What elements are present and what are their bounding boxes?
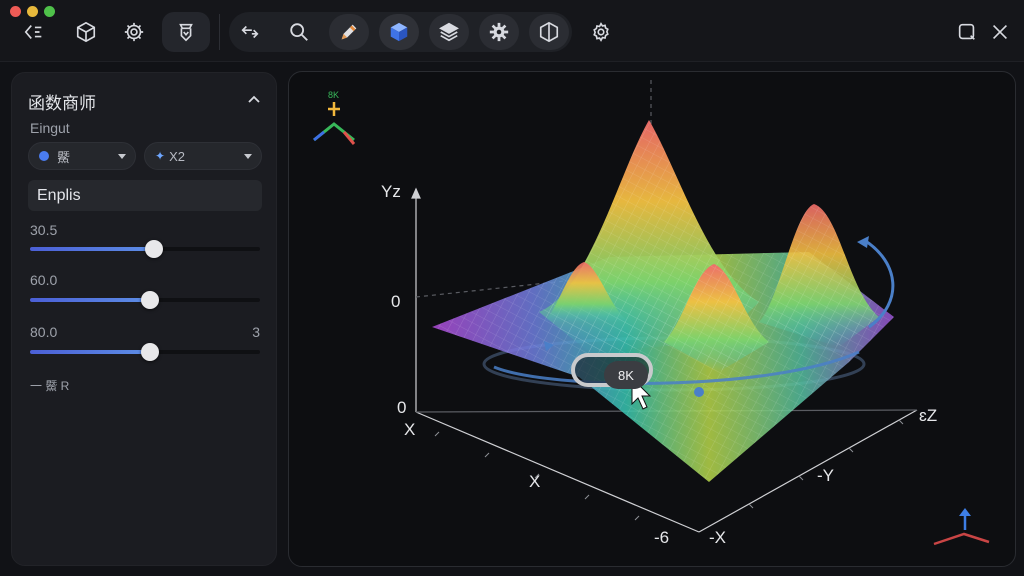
color-dot-icon: [39, 151, 49, 161]
orbit-arrow-icon: [857, 236, 869, 248]
expression-input[interactable]: Enplis: [28, 180, 262, 211]
3d-viewport[interactable]: Yz 0 0 X X -6 -X -Y ɛZ 8K 8K: [288, 71, 1016, 567]
z-axis-label: Yz: [381, 182, 401, 201]
slider-3-label: 80.0: [30, 324, 58, 340]
transform-icon: [179, 23, 193, 42]
back-button[interactable]: [16, 14, 52, 50]
layers-button[interactable]: [431, 14, 467, 50]
settings-button[interactable]: [583, 14, 619, 50]
close-icon: [992, 24, 1008, 40]
gear-icon: [124, 22, 144, 42]
axis-gizmo-bottom: [933, 508, 990, 546]
surface-plot[interactable]: [289, 72, 1016, 567]
variable-icon: ✦: [155, 149, 166, 163]
resolution-badge[interactable]: 8K: [604, 361, 648, 389]
slider-3-thumb[interactable]: [141, 343, 159, 361]
function-select[interactable]: 鱀: [28, 142, 136, 170]
slider-2-label: 60.0: [30, 272, 58, 288]
chevron-up-icon[interactable]: [246, 91, 262, 107]
x-axis-origin-label: X: [404, 420, 416, 439]
maximize-icon: [958, 23, 975, 40]
layers-icon: [439, 22, 459, 42]
pencil-icon: [341, 24, 357, 40]
origin-label: 0: [397, 398, 407, 417]
transform-button[interactable]: [168, 14, 204, 50]
solid-cube-button[interactable]: [381, 14, 417, 50]
slider-3-fill: [30, 350, 150, 354]
caret-down-icon: [118, 154, 126, 159]
toolbar: [0, 0, 1024, 62]
settings-icon: [593, 22, 609, 42]
hexagon-button[interactable]: [531, 14, 567, 50]
swap-arrows-icon: [241, 25, 259, 39]
slider-2-thumb[interactable]: [141, 291, 159, 309]
cog-button[interactable]: [481, 14, 517, 50]
slider-1-thumb[interactable]: [145, 240, 163, 258]
z-right-label: ɛZ: [919, 406, 938, 425]
neg-x-label: -X: [709, 528, 726, 547]
slider-2-fill: [30, 298, 150, 302]
cog-icon: [489, 22, 509, 42]
cube-icon: [76, 21, 96, 43]
function-panel: 函数商师 Eingut 鱀 ✦ X2 Enplis 30.5 60.0 80.0…: [11, 72, 277, 566]
input-section-label: Eingut: [30, 120, 70, 136]
function-select-value: 鱀: [57, 149, 71, 165]
variable-select-value: X2: [169, 148, 185, 164]
maximize-button[interactable]: [949, 14, 985, 50]
toolbar-divider: [219, 14, 220, 50]
variable-select[interactable]: ✦ X2: [144, 142, 262, 170]
hexagon-icon: [539, 21, 559, 43]
search-icon: [290, 23, 308, 41]
search-button[interactable]: [281, 14, 317, 50]
panel-title: 函数商师: [28, 94, 96, 113]
caret-down-icon: [244, 154, 252, 159]
slider-3[interactable]: [30, 343, 260, 361]
axis-gizmo-top: [313, 102, 356, 145]
x-axis-label: X: [529, 472, 541, 491]
slider-3-value: 3: [252, 324, 260, 340]
swap-button[interactable]: [232, 14, 268, 50]
slider-1-label: 30.5: [30, 222, 58, 238]
z-axis-arrow-icon: [411, 187, 421, 199]
z-tick-label: 0: [391, 292, 401, 311]
slider-1[interactable]: [30, 240, 260, 258]
solid-cube-icon: [390, 22, 408, 42]
footer-label: 一 鱀 R: [30, 379, 70, 393]
pencil-button[interactable]: [331, 14, 367, 50]
back-icon: [24, 25, 42, 39]
slider-2[interactable]: [30, 291, 260, 309]
cube-button[interactable]: [68, 14, 104, 50]
gear-button[interactable]: [116, 14, 152, 50]
x-min-label: -6: [654, 528, 670, 547]
neg-y-label: -Y: [817, 466, 834, 485]
gizmo-label: 8K: [328, 90, 340, 100]
slider-1-fill: [30, 247, 154, 251]
close-button[interactable]: [982, 14, 1018, 50]
orbit-handle[interactable]: [694, 387, 704, 397]
